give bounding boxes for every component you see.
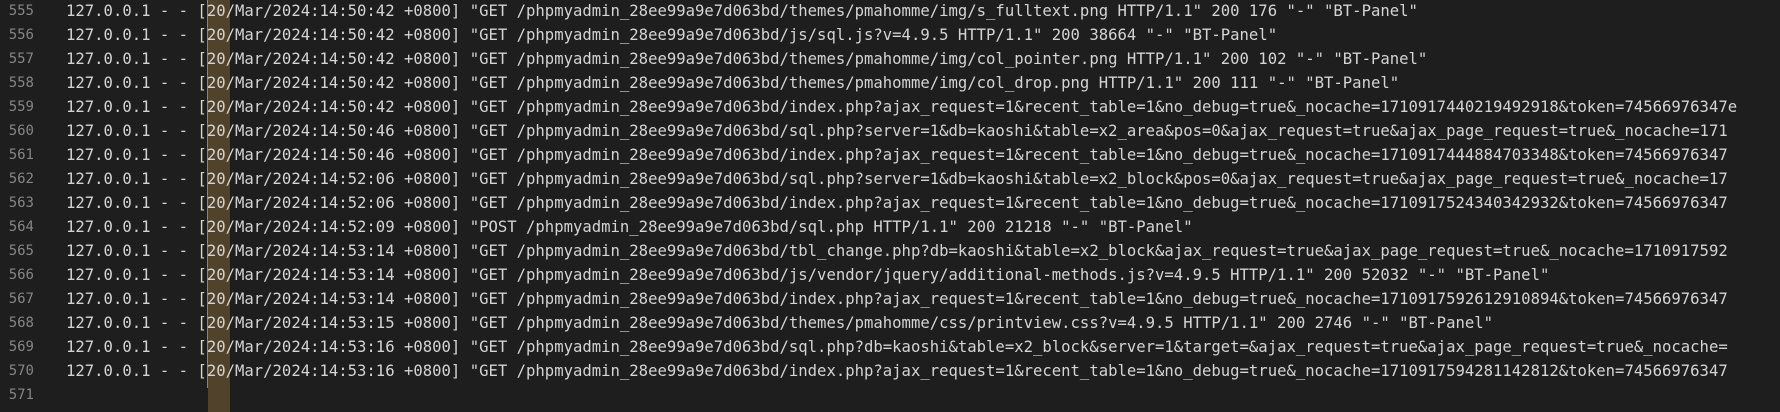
editor-line[interactable]: 556 127.0.0.1 - - [20/Mar/2024:14:50:42 … (0, 23, 1780, 47)
line-number: 567 (8, 291, 34, 307)
line-text[interactable]: 127.0.0.1 - - [20/Mar/2024:14:52:06 +080… (66, 167, 1728, 191)
line-text[interactable]: 127.0.0.1 - - [20/Mar/2024:14:53:14 +080… (66, 287, 1728, 311)
editor-line[interactable]: 557 127.0.0.1 - - [20/Mar/2024:14:50:42 … (0, 47, 1780, 71)
line-number: 555 (8, 3, 34, 19)
line-number: 561 (8, 147, 34, 163)
line-number: 566 (8, 267, 34, 283)
line-text[interactable]: 127.0.0.1 - - [20/Mar/2024:14:53:14 +080… (66, 263, 1549, 287)
line-text[interactable]: 127.0.0.1 - - [20/Mar/2024:14:50:42 +080… (66, 71, 1399, 95)
line-text[interactable]: 127.0.0.1 - - [20/Mar/2024:14:52:06 +080… (66, 191, 1728, 215)
line-number: 565 (8, 243, 34, 259)
editor-line[interactable]: 558 127.0.0.1 - - [20/Mar/2024:14:50:42 … (0, 71, 1780, 95)
line-number: 569 (8, 339, 34, 355)
editor-line[interactable]: 566 127.0.0.1 - - [20/Mar/2024:14:53:14 … (0, 263, 1780, 287)
line-number: 564 (8, 219, 34, 235)
editor-line[interactable]: 563 127.0.0.1 - - [20/Mar/2024:14:52:06 … (0, 191, 1780, 215)
editor-line[interactable]: 565 127.0.0.1 - - [20/Mar/2024:14:53:14 … (0, 239, 1780, 263)
line-text[interactable]: 127.0.0.1 - - [20/Mar/2024:14:50:42 +080… (66, 47, 1427, 71)
line-text[interactable]: 127.0.0.1 - - [20/Mar/2024:14:53:16 +080… (66, 335, 1728, 359)
editor-line[interactable]: 567 127.0.0.1 - - [20/Mar/2024:14:53:14 … (0, 287, 1780, 311)
editor-line[interactable]: 559 127.0.0.1 - - [20/Mar/2024:14:50:42 … (0, 95, 1780, 119)
editor-line[interactable]: 571 (0, 383, 1780, 407)
line-number: 556 (8, 27, 34, 43)
editor-line[interactable]: 568 127.0.0.1 - - [20/Mar/2024:14:53:15 … (0, 311, 1780, 335)
line-text[interactable]: 127.0.0.1 - - [20/Mar/2024:14:50:42 +080… (66, 0, 1418, 23)
line-number: 568 (8, 315, 34, 331)
line-number: 559 (8, 99, 34, 115)
editor-line[interactable]: 569 127.0.0.1 - - [20/Mar/2024:14:53:16 … (0, 335, 1780, 359)
line-number: 560 (8, 123, 34, 139)
line-text[interactable]: 127.0.0.1 - - [20/Mar/2024:14:53:16 +080… (66, 359, 1728, 383)
editor-line[interactable]: 555 127.0.0.1 - - [20/Mar/2024:14:50:42 … (0, 0, 1780, 23)
editor-line[interactable]: 562 127.0.0.1 - - [20/Mar/2024:14:52:06 … (0, 167, 1780, 191)
line-text[interactable]: 127.0.0.1 - - [20/Mar/2024:14:53:14 +080… (66, 239, 1728, 263)
editor-line[interactable]: 560 127.0.0.1 - - [20/Mar/2024:14:50:46 … (0, 119, 1780, 143)
editor-line[interactable]: 564 127.0.0.1 - - [20/Mar/2024:14:52:09 … (0, 215, 1780, 239)
line-number: 562 (8, 171, 34, 187)
line-number: 571 (8, 387, 34, 403)
line-number: 557 (8, 51, 34, 67)
line-text[interactable]: 127.0.0.1 - - [20/Mar/2024:14:50:46 +080… (66, 143, 1728, 167)
line-text[interactable]: 127.0.0.1 - - [20/Mar/2024:14:50:42 +080… (66, 95, 1737, 119)
log-editor[interactable]: 555 127.0.0.1 - - [20/Mar/2024:14:50:42 … (0, 0, 1780, 412)
line-number: 570 (8, 363, 34, 379)
line-text[interactable]: 127.0.0.1 - - [20/Mar/2024:14:50:42 +080… (66, 23, 1277, 47)
line-text[interactable]: 127.0.0.1 - - [20/Mar/2024:14:50:46 +080… (66, 119, 1728, 143)
editor-line[interactable]: 570 127.0.0.1 - - [20/Mar/2024:14:53:16 … (0, 359, 1780, 383)
line-text[interactable]: 127.0.0.1 - - [20/Mar/2024:14:52:09 +080… (66, 215, 1193, 239)
line-number: 558 (8, 75, 34, 91)
editor-line[interactable]: 561 127.0.0.1 - - [20/Mar/2024:14:50:46 … (0, 143, 1780, 167)
line-text[interactable]: 127.0.0.1 - - [20/Mar/2024:14:53:15 +080… (66, 311, 1493, 335)
line-number: 563 (8, 195, 34, 211)
